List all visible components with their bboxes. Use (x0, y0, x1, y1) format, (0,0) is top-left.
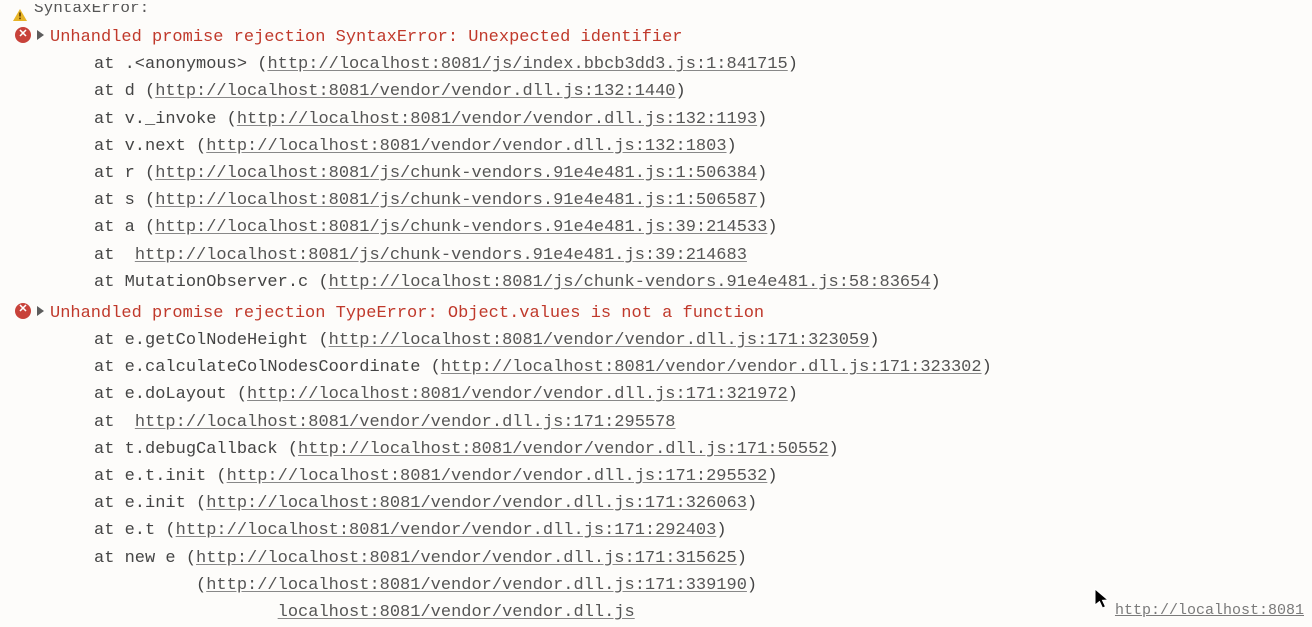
source-location-link[interactable]: http://localhost:8081/js/chunk-vendors.9… (329, 273, 931, 292)
entry-gutter: ✕ (6, 24, 50, 43)
frame-context: at (94, 246, 125, 265)
source-location-link[interactable]: http://localhost:8081/vendor/vendor.dll.… (196, 549, 737, 568)
frame-context: at d (94, 82, 145, 101)
error-icon: ✕ (15, 27, 31, 43)
frame-context: at (94, 413, 125, 432)
frame-context: at e.doLayout (94, 385, 237, 404)
source-location-link[interactable]: http://localhost:8081/vendor/vendor.dll.… (227, 467, 768, 486)
stack-frame: at a (http://localhost:8081/js/chunk-ven… (94, 214, 1308, 241)
entry-body: Unhandled promise rejection SyntaxError:… (50, 24, 1308, 296)
error-heading: Unhandled promise rejection SyntaxError:… (50, 24, 1308, 51)
frame-context: at v._invoke (94, 110, 227, 129)
source-location-link[interactable]: http://localhost:8081/vendor/vendor.dll.… (206, 137, 726, 156)
warning-icon (12, 8, 28, 22)
source-location-link[interactable]: http://localhost:8081/vendor/vendor.dll.… (135, 413, 676, 432)
stack-frame: at v._invoke (http://localhost:8081/vend… (94, 106, 1308, 133)
frame-context: at a (94, 218, 145, 237)
console-error-entry[interactable]: ✕ Unhandled promise rejection TypeError: … (6, 298, 1308, 627)
source-location-link[interactable]: http://localhost:8081/vendor/vendor.dll.… (206, 494, 747, 513)
frame-context: at e.calculateColNodesCoordinate (94, 358, 431, 377)
source-location-link[interactable]: http://localhost:8081/vendor/vendor.dll.… (155, 82, 675, 101)
disclosure-triangle-icon[interactable] (37, 306, 44, 316)
frame-context: at e.t.init (94, 467, 216, 486)
frame-context: at r (94, 164, 145, 183)
source-location-link[interactable]: http://localhost:8081/vendor/vendor.dll.… (441, 358, 982, 377)
stack-frame: at e.t (http://localhost:8081/vendor/ven… (94, 517, 1308, 544)
entry-gutter: ✕ (6, 300, 50, 319)
stack-frame: at r (http://localhost:8081/js/chunk-ven… (94, 160, 1308, 187)
source-location-link[interactable]: http://localhost:8081/js/index.bbcb3dd3.… (267, 55, 787, 74)
source-location-link[interactable]: http://localhost:8081/vendor/vendor.dll.… (298, 440, 829, 459)
source-link[interactable]: http://localhost:8081 (1115, 599, 1304, 623)
stack-frame: at s (http://localhost:8081/js/chunk-ven… (94, 187, 1308, 214)
source-location-link[interactable]: http://localhost:8081/vendor/vendor.dll.… (247, 385, 788, 404)
frame-context: at e.getColNodeHeight (94, 331, 318, 350)
frame-context: at e.init (94, 494, 196, 513)
truncated-previous-line: SyntaxError: (6, 4, 1308, 22)
stack-frame: at e.calculateColNodesCoordinate (http:/… (94, 354, 1308, 381)
stack-frame: at .<anonymous> (http://localhost:8081/j… (94, 51, 1308, 78)
frame-context: at s (94, 191, 145, 210)
frame-context: at t.debugCallback (94, 440, 288, 459)
stack-frame: at e.t.init (http://localhost:8081/vendo… (94, 463, 1308, 490)
source-location-link[interactable]: http://localhost:8081/vendor/vendor.dll.… (237, 110, 757, 129)
frame-context: at v.next (94, 137, 196, 156)
stack-frame: at e.init (http://localhost:8081/vendor/… (94, 490, 1308, 517)
stack-frame: at http://localhost:8081/vendor/vendor.d… (94, 409, 1308, 436)
frame-context: at new e (94, 549, 186, 568)
truncated-text: SyntaxError: (34, 4, 149, 22)
stack-frame: at new e (http://localhost:8081/vendor/v… (94, 545, 1308, 572)
source-location-link[interactable]: http://localhost:8081/vendor/vendor.dll.… (206, 576, 747, 595)
stack-trace: at e.getColNodeHeight (http://localhost:… (50, 327, 1308, 626)
source-location-link[interactable]: http://localhost:8081/js/chunk-vendors.9… (155, 218, 767, 237)
stack-frame: at http://localhost:8081/js/chunk-vendor… (94, 242, 1308, 269)
frame-context: at e.t (94, 521, 165, 540)
stack-frame: at t.debugCallback (http://localhost:808… (94, 436, 1308, 463)
frame-context: ( (94, 576, 206, 595)
frame-context: at .<anonymous> (94, 55, 257, 74)
stack-trace: at .<anonymous> (http://localhost:8081/j… (50, 51, 1308, 296)
stack-frame: at e.getColNodeHeight (http://localhost:… (94, 327, 1308, 354)
stack-frame: at MutationObserver.c (http://localhost:… (94, 269, 1308, 296)
frame-context: at MutationObserver.c (94, 273, 318, 292)
disclosure-triangle-icon[interactable] (37, 30, 44, 40)
source-location-link[interactable]: http://localhost:8081/vendor/vendor.dll.… (329, 331, 870, 350)
frame-context (94, 603, 278, 622)
stack-frame: at d (http://localhost:8081/vendor/vendo… (94, 78, 1308, 105)
stack-frame: at e.doLayout (http://localhost:8081/ven… (94, 381, 1308, 408)
console-error-entry[interactable]: ✕ Unhandled promise rejection SyntaxError… (6, 22, 1308, 298)
source-location-link[interactable]: http://localhost:8081/js/chunk-vendors.9… (135, 246, 747, 265)
devtools-console[interactable]: SyntaxError: ✕ Unhandled promise rejectio… (0, 0, 1312, 627)
source-location-link[interactable]: http://localhost:8081/js/chunk-vendors.9… (155, 191, 757, 210)
stack-frame: (http://localhost:8081/vendor/vendor.dll… (94, 572, 1308, 599)
source-location-link[interactable]: http://localhost:8081/js/chunk-vendors.9… (155, 164, 757, 183)
error-icon: ✕ (15, 303, 31, 319)
entry-body: Unhandled promise rejection TypeError: O… (50, 300, 1308, 626)
source-location-link[interactable]: localhost:8081/vendor/vendor.dll.js (278, 603, 635, 622)
error-heading: Unhandled promise rejection TypeError: O… (50, 300, 1308, 327)
source-location-link[interactable]: http://localhost:8081/vendor/vendor.dll.… (176, 521, 717, 540)
stack-frame: at v.next (http://localhost:8081/vendor/… (94, 133, 1308, 160)
